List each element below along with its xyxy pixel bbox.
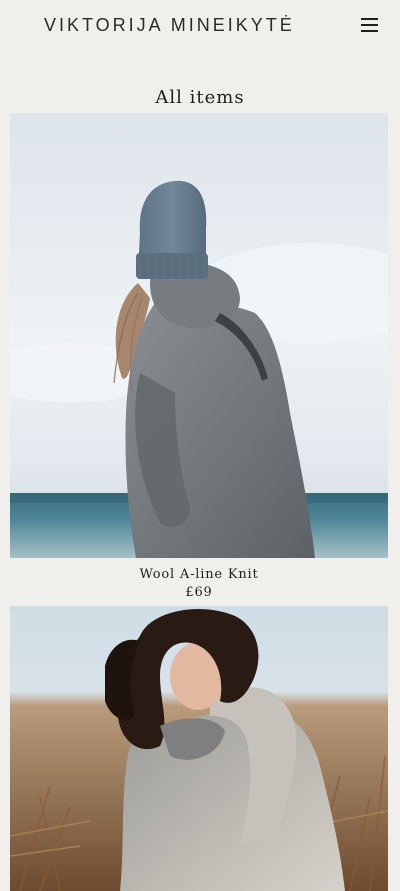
- menu-line: [361, 18, 378, 20]
- product-photo-grey-knit-sea-icon: [10, 113, 388, 558]
- page-title: All items: [155, 87, 245, 108]
- hamburger-menu-icon[interactable]: [360, 16, 380, 33]
- product-price: £69: [185, 585, 213, 600]
- product-image[interactable]: [10, 606, 388, 891]
- product-photo-curly-hair-knit-icon: [10, 606, 388, 891]
- site-header: VIKTORIJA MINEIKYTĖ: [0, 0, 400, 50]
- product-card[interactable]: Wool A-line Knit £69: [10, 113, 388, 600]
- menu-line: [361, 24, 378, 26]
- product-image[interactable]: [10, 113, 388, 558]
- menu-line: [361, 30, 378, 32]
- product-name[interactable]: Wool A-line Knit: [10, 567, 388, 583]
- brand-logo[interactable]: VIKTORIJA MINEIKYTĖ: [44, 14, 295, 36]
- product-card[interactable]: [10, 606, 388, 891]
